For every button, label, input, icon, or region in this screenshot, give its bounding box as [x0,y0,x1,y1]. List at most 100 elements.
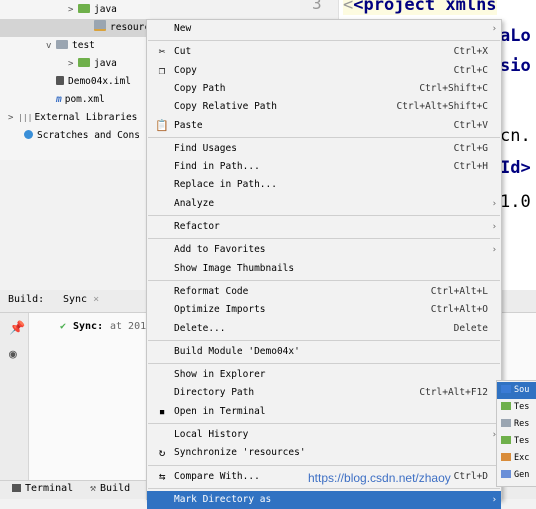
menu-item-copy-path[interactable]: Copy Path Ctrl+Shift+C [147,80,501,98]
copy-icon: ❐ [158,63,166,77]
menu-item-find-usages[interactable]: Find Usages Ctrl+G [147,140,501,158]
menu-item-label: Refactor [174,221,220,232]
tree-item-label: java [94,4,117,15]
submenu-item[interactable]: Tes [497,399,536,416]
menu-item-replace-in-path[interactable]: Replace in Path... [147,176,501,194]
clipboard-icon: 📋 [155,118,169,132]
menu-separator [148,423,500,424]
menu-item-label: Mark Directory as [174,493,272,505]
build-title: Build: [8,294,45,305]
menu-item-build-module-demo04x[interactable]: Build Module 'Demo04x' [147,343,501,361]
submenu-item-label: Tes [514,402,530,412]
submenu-item-label: Res [514,419,530,429]
build-sync-tab[interactable]: Sync × [63,294,99,305]
submenu-item[interactable]: Gen [497,467,536,484]
eye-icon[interactable]: ◉ [9,347,17,362]
menu-separator [148,215,500,216]
menu-item-synchronize-resources[interactable]: ↻ Synchronize 'resources' [147,444,501,462]
sync-icon: ↻ [158,446,166,460]
scratches-icon [24,130,33,139]
tree-item-label: Scratches and Cons [37,130,140,141]
menu-separator [148,279,500,281]
terminal-icon: ▪ [158,404,166,418]
menu-item-reformat-code[interactable]: Reformat Code Ctrl+Alt+L [147,283,501,301]
chevron-right-icon[interactable]: > [68,1,78,19]
menu-item-show-in-explorer[interactable]: Show in Explorer [147,366,501,384]
folder-icon [501,436,511,444]
menu-item-show-image-thumbnails[interactable]: Show Image Thumbnails [147,260,501,278]
menu-item-directory-path[interactable]: Directory Path Ctrl+Alt+F12 [147,384,501,402]
menu-item-label: Show in Explorer [174,369,266,381]
folder-icon [501,402,511,410]
code-line: <<project xmlns [343,0,497,15]
menu-item-label: Add to Favorites [174,244,266,256]
tree-item[interactable]: m pom.xml [46,91,105,109]
chevron-down-icon[interactable]: v [46,37,56,55]
build-tab[interactable]: ⚒ Build [90,483,130,494]
menu-item-add-to-favorites[interactable]: Add to Favorites › [147,241,501,259]
hammer-icon: ⚒ [90,483,97,494]
menu-item-shortcut: Ctrl+Alt+L [430,285,488,297]
menu-item-find-in-path[interactable]: Find in Path... Ctrl+H [147,158,501,176]
menu-item-optimize-imports[interactable]: Optimize Imports Ctrl+Alt+O [147,301,501,319]
tree-item[interactable]: v test [46,37,95,55]
code-line: 1.0 [500,192,531,212]
menu-item-new[interactable]: New › [147,20,501,38]
tree-item[interactable]: > ||| External Libraries [8,109,137,127]
menu-item-label: Find in Path... [174,161,260,173]
tree-item-label: External Libraries [34,112,138,123]
menu-item-analyze[interactable]: Analyze › [147,195,501,213]
submenu-item[interactable]: Tes [497,433,536,450]
menu-item-open-in-terminal[interactable]: ▪ Open in Terminal [147,403,501,421]
folder-icon [501,470,511,478]
tree-item[interactable]: > java [68,1,117,19]
menu-item-label: Cut [174,46,192,58]
menu-item-refactor[interactable]: Refactor › [147,218,501,236]
submenu-item[interactable]: Exc [497,450,536,467]
chevron-right-icon: › [491,198,497,209]
close-icon[interactable]: × [93,294,99,305]
menu-item-label: Directory Path [174,387,255,399]
menu-item-shortcut: Ctrl+G [453,142,488,154]
menu-item-shortcut: Ctrl+D [453,470,488,482]
mark-directory-submenu: Sou Tes Res Tes Exc Gen [496,380,536,487]
tree-item[interactable]: > java [68,55,117,73]
terminal-icon [12,484,21,492]
menu-item-copy-relative-path[interactable]: Copy Relative Path Ctrl+Alt+Shift+C [147,98,501,116]
chevron-right-icon[interactable]: > [8,109,18,127]
chevron-right-icon[interactable]: > [68,55,78,73]
menu-item-delete[interactable]: Delete... Delete [147,320,501,338]
menu-separator [148,238,500,240]
terminal-tab-label: Terminal [25,483,74,494]
menu-item-local-history[interactable]: Local History › [147,426,501,444]
menu-item-label: Reformat Code [174,285,249,297]
maven-icon: m [56,94,62,105]
resources-folder-icon [94,20,106,31]
folder-icon [501,453,511,461]
menu-item-shortcut: Ctrl+Alt+Shift+C [396,101,488,113]
pin-icon[interactable]: 📌 [9,321,25,336]
menu-item-shortcut: Ctrl+Alt+F12 [419,387,488,399]
line-number: 3 [312,0,322,13]
menu-separator [148,464,500,466]
chevron-right-icon: › [491,222,497,232]
menu-item-label: Copy [174,64,197,76]
submenu-item[interactable]: Res [497,416,536,433]
menu-item-label: Copy Path [174,82,226,94]
submenu-item[interactable]: Sou [497,382,536,399]
tree-item-label: pom.xml [64,94,105,105]
menu-item-paste[interactable]: 📋 Paste Ctrl+V [147,117,501,135]
terminal-tab[interactable]: Terminal [12,483,73,494]
menu-item-cut[interactable]: ✂ Cut Ctrl+X [147,43,501,61]
folder-icon [501,385,511,393]
menu-item-shortcut: Delete [453,322,488,334]
menu-item-label: Local History [174,429,249,440]
sync-status-label: Sync: [73,321,104,332]
tree-item[interactable]: Demo04x.iml [46,73,131,91]
context-menu: New › ✂ Cut Ctrl+X ❐ Copy Ctrl+C Copy Path Ctrl+S… [146,19,502,509]
chevron-right-icon: › [491,494,497,505]
menu-item-copy[interactable]: ❐ Copy Ctrl+C [147,62,501,80]
menu-item-mark-directory-as[interactable]: Mark Directory as › [147,490,501,509]
menu-item-label: Analyze [174,197,215,209]
tree-item[interactable]: Scratches and Cons [14,127,140,145]
